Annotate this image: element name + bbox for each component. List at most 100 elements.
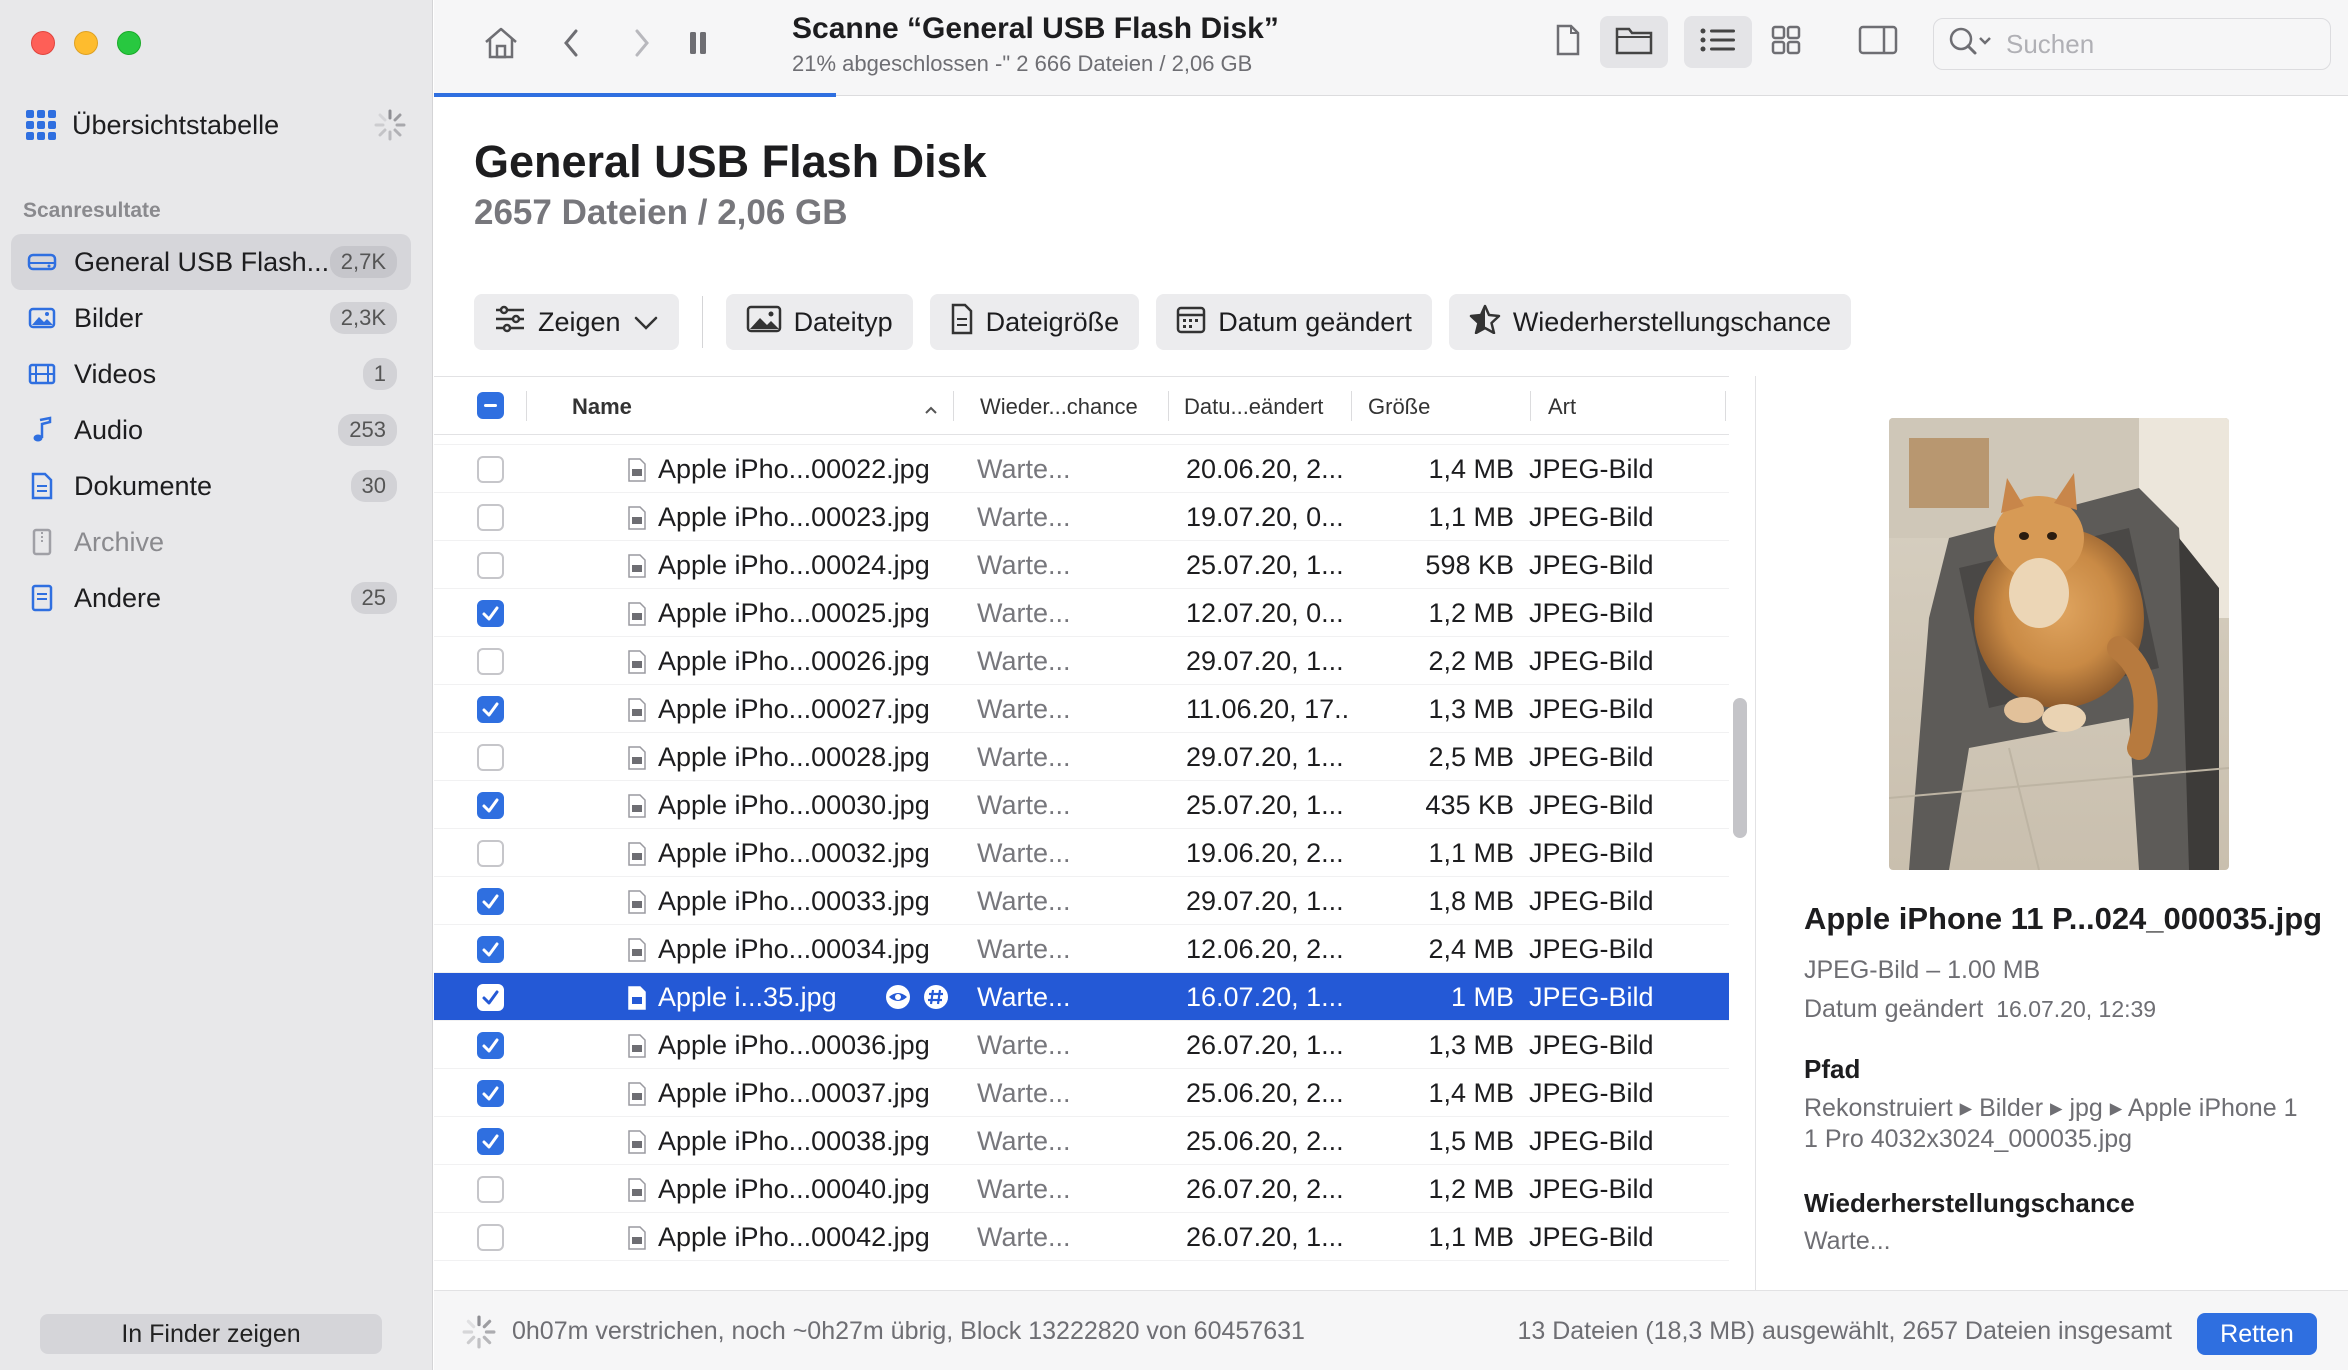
file-name: Apple iPho...00028.jpg — [658, 741, 930, 772]
date-modified: 26.07.20, 1... — [1186, 1029, 1344, 1060]
row-checkbox[interactable] — [477, 984, 504, 1011]
date-modified: 29.07.20, 1... — [1186, 645, 1344, 676]
row-checkbox[interactable] — [477, 792, 504, 819]
table-row[interactable]: Apple iPho...00030.jpg Warte... 25.07.20, … — [434, 781, 1729, 829]
pause-icon[interactable] — [677, 22, 719, 64]
show-in-finder-button[interactable]: In Finder zeigen — [40, 1314, 382, 1354]
file-size: 2,5 MB — [1428, 741, 1514, 772]
hex-view-icon[interactable] — [922, 984, 950, 1017]
table-row[interactable]: Apple iPho...00034.jpg Warte... 12.06.20, … — [434, 925, 1729, 973]
column-header-name[interactable]: Name — [572, 394, 632, 420]
search-input[interactable] — [2006, 28, 2306, 60]
column-header-size[interactable]: Größe — [1368, 394, 1430, 420]
file-kind: JPEG-Bild — [1529, 1221, 1654, 1252]
preview-eye-icon[interactable] — [884, 984, 912, 1017]
table-row[interactable]: Apple iPho...00025.jpg Warte... 12.07.20, … — [434, 589, 1729, 637]
back-icon[interactable] — [550, 22, 592, 64]
table-row[interactable]: Apple iPho...00033.jpg Warte... 29.07.20, … — [434, 877, 1729, 925]
sidebar-item-videos[interactable]: Videos 1 — [11, 346, 411, 402]
column-header-kind[interactable]: Art — [1548, 394, 1576, 420]
scan-progress-text: 21% abgeschlossen -" 2 666 Dateien / 2,0… — [792, 51, 1253, 76]
file-view-button[interactable] — [1534, 16, 1602, 68]
sidebar-item-audio[interactable]: Audio 253 — [11, 402, 411, 458]
list-view-button[interactable] — [1684, 16, 1752, 68]
table-row[interactable]: Apple iPho...00023.jpg Warte... 19.07.20, … — [434, 493, 1729, 541]
table-row[interactable]: Apple iPho...00026.jpg Warte... 29.07.20, … — [434, 637, 1729, 685]
row-checkbox[interactable] — [477, 648, 504, 675]
date-modified: 25.06.20, 2... — [1186, 1125, 1344, 1156]
sidebar-item-bilder[interactable]: Bilder 2,3K — [11, 290, 411, 346]
row-checkbox[interactable] — [477, 504, 504, 531]
column-header-date[interactable]: Datu...eändert — [1184, 394, 1323, 420]
row-checkbox[interactable] — [477, 456, 504, 483]
search-field[interactable] — [1933, 18, 2331, 70]
filter-bar: Zeigen Dateityp Dateigröße Datum geänder… — [474, 294, 1852, 350]
row-checkbox[interactable] — [477, 552, 504, 579]
scan-title: Scanne “General USB Flash Disk” — [792, 12, 1279, 45]
table-row[interactable]: Apple iPho...00037.jpg Warte... 25.06.20, … — [434, 1069, 1729, 1117]
zoom-window-button[interactable] — [117, 31, 141, 55]
home-icon[interactable] — [480, 22, 522, 64]
table-row[interactable]: Apple iPho...00036.jpg Warte... 26.07.20, … — [434, 1021, 1729, 1069]
show-filter-button[interactable]: Zeigen — [474, 294, 679, 350]
date-modified: 16.07.20, 1... — [1186, 981, 1344, 1012]
table-row[interactable]: Apple i...35.jpg Warte... 16.07.20, 1... 1 … — [434, 973, 1729, 1021]
select-all-checkbox[interactable] — [477, 392, 504, 419]
table-row[interactable]: Apple iPho...00027.jpg Warte... 11.06.20, … — [434, 685, 1729, 733]
recovery-chance: Warte... — [977, 1029, 1071, 1060]
scan-status-text: 0h07m verstrichen, noch ~0h27m übrig, Bl… — [512, 1317, 1305, 1345]
file-size: 1,5 MB — [1428, 1125, 1514, 1156]
table-row[interactable]: Apple iPho...00042.jpg Warte... 26.07.20, … — [434, 1213, 1729, 1261]
image-file-icon — [627, 746, 647, 770]
folder-view-button[interactable] — [1600, 16, 1668, 68]
row-checkbox[interactable] — [477, 600, 504, 627]
table-row[interactable]: Apple iPho...00024.jpg Warte... 25.07.20, … — [434, 541, 1729, 589]
date-modified: 11.06.20, 17... — [1186, 693, 1351, 724]
file-kind: JPEG-Bild — [1529, 549, 1654, 580]
row-checkbox[interactable] — [477, 1032, 504, 1059]
detail-chance-heading: Wiederherstellungschance — [1804, 1188, 2135, 1218]
sidebar: Übersichtstabelle Scanresultate General … — [0, 0, 433, 1370]
sidebar-item-dokumente[interactable]: Dokumente 30 — [11, 458, 411, 514]
sort-ascending-icon[interactable] — [924, 395, 938, 421]
table-row[interactable]: Apple iPho...00032.jpg Warte... 19.06.20, … — [434, 829, 1729, 877]
forward-icon[interactable] — [621, 22, 663, 64]
photo-icon — [27, 303, 57, 333]
row-checkbox[interactable] — [477, 936, 504, 963]
overview-item[interactable]: Übersichtstabelle — [26, 104, 406, 146]
image-file-icon — [627, 458, 647, 482]
page-subtitle: 2657 Dateien / 2,06 GB — [474, 193, 848, 232]
recover-button[interactable]: Retten — [2197, 1313, 2317, 1355]
table-row[interactable]: Apple iPho...00038.jpg Warte... 25.06.20, … — [434, 1117, 1729, 1165]
grid-view-button[interactable] — [1752, 16, 1820, 68]
recovery-chance-filter-button[interactable]: Wiederherstellungschance — [1448, 294, 1852, 350]
date-modified: 19.07.20, 0... — [1186, 501, 1344, 532]
table-row[interactable]: Apple iPho...00028.jpg Warte... 29.07.20, … — [434, 733, 1729, 781]
row-checkbox[interactable] — [477, 888, 504, 915]
detail-path-line1: Rekonstruiert ▸ Bilder ▸ jpg ▸ Apple iPh… — [1804, 1094, 2298, 1122]
row-checkbox[interactable] — [477, 1080, 504, 1107]
filesize-filter-button[interactable]: Dateigröße — [929, 294, 1140, 350]
row-checkbox[interactable] — [477, 840, 504, 867]
row-checkbox[interactable] — [477, 696, 504, 723]
sidebar-item-archive[interactable]: Archive — [11, 514, 411, 570]
toggle-preview-panel-button[interactable] — [1844, 16, 1912, 68]
column-header-chance[interactable]: Wieder...chance — [980, 394, 1138, 420]
close-window-button[interactable] — [31, 31, 55, 55]
recovery-chance: Warte... — [977, 1221, 1071, 1252]
date-filter-button[interactable]: Datum geändert — [1156, 294, 1432, 350]
table-row[interactable]: Apple iPho...00022.jpg Warte... 20.06.20, … — [434, 445, 1729, 493]
row-checkbox[interactable] — [477, 744, 504, 771]
row-checkbox[interactable] — [477, 1224, 504, 1251]
sidebar-item-andere[interactable]: Andere 25 — [11, 570, 411, 626]
row-checkbox[interactable] — [477, 1176, 504, 1203]
minimize-window-button[interactable] — [74, 31, 98, 55]
sidebar-item-general-usb[interactable]: General USB Flash... 2,7K — [11, 234, 411, 290]
row-checkbox[interactable] — [477, 1128, 504, 1155]
table-scrollbar[interactable] — [1733, 698, 1747, 838]
filetype-filter-button[interactable]: Dateityp — [725, 294, 913, 350]
count-badge: 2,7K — [329, 246, 397, 278]
table-row[interactable]: Apple iPho...00040.jpg Warte... 26.07.20, … — [434, 1165, 1729, 1213]
sidebar-item-label: Dokumente — [74, 470, 213, 501]
column-divider — [1725, 391, 1726, 421]
